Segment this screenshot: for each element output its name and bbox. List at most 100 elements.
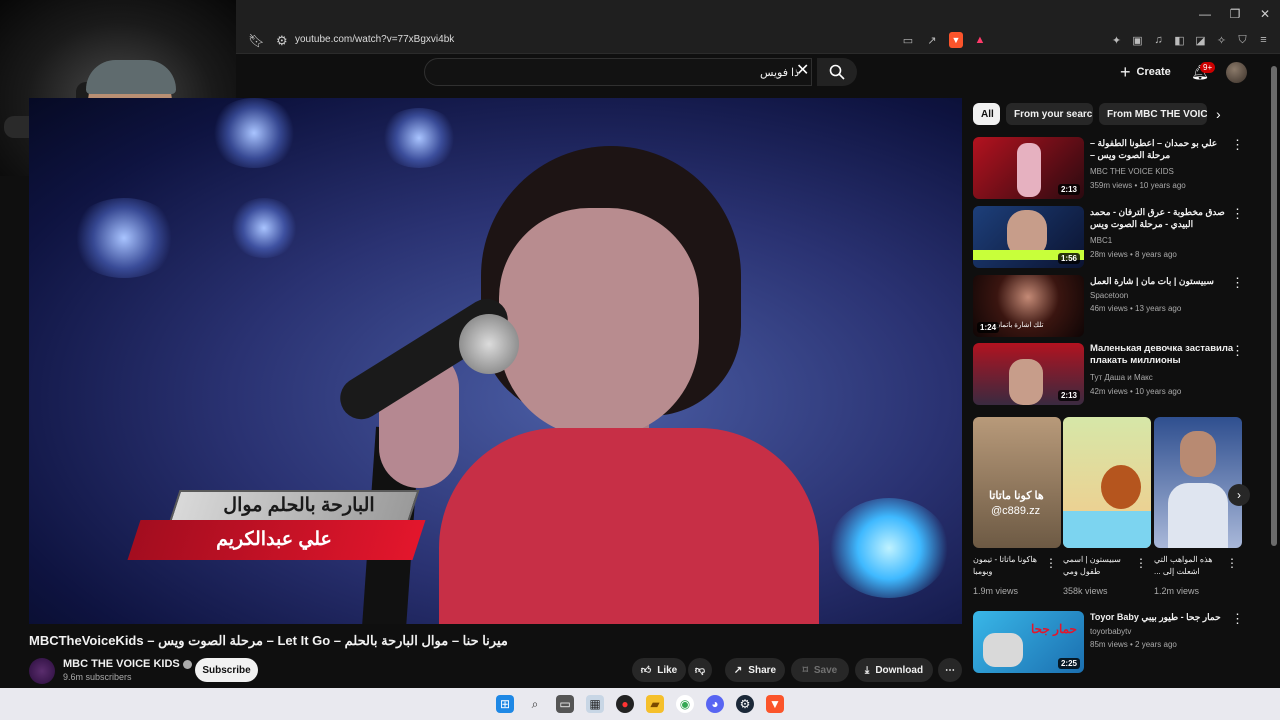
short-views: 1.2m views [1154, 586, 1200, 596]
wallet-icon[interactable]: ◪ [1194, 32, 1207, 48]
search-input[interactable]: ذا فويس [424, 58, 812, 86]
shorts-next-button[interactable]: › [1228, 484, 1250, 506]
chip-from-your-search[interactable]: From your search [1006, 103, 1093, 125]
site-info-icon[interactable]: ⚙︎ [276, 33, 288, 49]
short-title[interactable]: سبيستون | اسمي طفول ومي [1063, 554, 1133, 578]
steam-icon[interactable]: ⚙ [736, 695, 754, 713]
download-button[interactable]: ⤓ Download [855, 658, 933, 682]
lower-third-banner: البارحة بالحلم موال علي عبدالكريم [127, 490, 426, 566]
brave-shields-icon[interactable]: ▼ [949, 32, 963, 48]
more-vert-icon[interactable]: ⋮ [1231, 275, 1244, 291]
short-thumbnail[interactable] [1063, 417, 1151, 548]
obs-icon[interactable]: ● [616, 695, 634, 713]
create-label: Create [1136, 66, 1171, 78]
discord-icon[interactable]: ◕ [706, 695, 724, 713]
recommendation-title[interactable]: صدق مخطوبة - عرق الترفان - محمد البيدي -… [1090, 206, 1240, 232]
cast-icon[interactable]: ▭ [901, 32, 915, 48]
video-thumbnail[interactable]: حمار جحا 2:25 [973, 611, 1084, 673]
thumbs-up-icon: 👍︎ [640, 665, 652, 676]
more-vert-icon[interactable]: ⋮ [1231, 611, 1244, 627]
screenshot-icon[interactable]: ▣ [1131, 32, 1144, 48]
recommendation-item[interactable]: حمار جحا 2:25 حمار جحا - طيور بيبي Toyor… [973, 611, 1268, 673]
short-thumbnail[interactable]: ها كونا ماتاتا @c889.zz [973, 417, 1061, 548]
short-title[interactable]: هذه المواهب التي اشعلت إلى ... [1154, 554, 1224, 578]
channel-avatar[interactable] [29, 658, 55, 684]
maximize-button[interactable]: ❐ [1220, 0, 1250, 28]
recommendation-channel[interactable]: Spacetoon [1090, 291, 1128, 300]
cyan-stage-light [829, 498, 949, 598]
file-explorer-icon[interactable]: ▰ [646, 695, 664, 713]
page-scrollbar[interactable] [1270, 56, 1278, 686]
video-duration: 2:25 [1057, 658, 1080, 669]
dislike-button[interactable]: 👎︎ [688, 658, 712, 682]
video-duration: 1:24 [977, 322, 1000, 333]
create-button[interactable]: + Create [1120, 62, 1171, 82]
like-button[interactable]: 👍︎ Like [632, 658, 686, 682]
recommendation-item[interactable]: 2:13 Маленькая девочка заставила плакать… [973, 343, 1268, 405]
streamer-cap [86, 60, 176, 94]
bookmark-save-icon: ⌑ [802, 664, 808, 676]
video-thumbnail[interactable]: 1:56 [973, 206, 1084, 268]
chip-all[interactable]: All [973, 103, 1000, 125]
recommendation-item[interactable]: تلك اشارة باتمان 1:24 سبيستون | بات مان … [973, 275, 1268, 337]
more-vert-icon[interactable]: ⋮ [1045, 556, 1057, 570]
recommendation-channel[interactable]: Тут Даша и Макс [1090, 373, 1153, 382]
video-thumbnail[interactable]: تلك اشارة باتمان 1:24 [973, 275, 1084, 337]
close-button[interactable]: ✕ [1250, 0, 1280, 28]
more-actions-button[interactable]: ⋯ [938, 658, 962, 682]
recommendation-item[interactable]: 2:13 علي بو حمدان – اعطونا الطفولة – مرح… [973, 137, 1268, 199]
subscriber-count: 9.6m subscribers [63, 672, 132, 682]
chevron-right-icon[interactable]: › [1216, 106, 1234, 124]
recommendation-channel[interactable]: toyorbabytv [1090, 627, 1131, 636]
more-vert-icon[interactable]: ⋮ [1231, 206, 1244, 222]
extensions-icon[interactable]: ✦ [1110, 32, 1123, 48]
channel-name-row[interactable]: MBC THE VOICE KIDS [63, 658, 192, 670]
account-avatar[interactable] [1226, 62, 1247, 83]
more-vert-icon[interactable]: ⋮ [1226, 556, 1238, 570]
share-button[interactable]: ↗ Share [725, 658, 785, 682]
search-button[interactable] [817, 58, 857, 86]
video-thumbnail[interactable]: 2:13 [973, 137, 1084, 199]
search-taskbar-icon[interactable]: ⌕ [526, 695, 544, 713]
subscribe-button[interactable]: Subscribe [195, 658, 258, 682]
url-text[interactable]: youtube.com/watch?v=77xBgxvi4bk [295, 34, 454, 45]
clear-search-icon[interactable]: ✕ [796, 62, 812, 80]
sidebar-icon[interactable]: ◧ [1173, 32, 1186, 48]
more-vert-icon[interactable]: ⋮ [1135, 556, 1147, 570]
download-icon: ⤓ [864, 664, 870, 676]
recommendation-item[interactable]: 1:56 صدق مخطوبة - عرق الترفان - محمد الب… [973, 206, 1268, 268]
search-query-text: ذا فويس [759, 67, 799, 79]
bookmark-icon[interactable]: 🔖︎ [248, 33, 265, 49]
save-button[interactable]: ⌑ Save [791, 658, 849, 682]
video-duration: 2:13 [1057, 184, 1080, 195]
more-vert-icon[interactable]: ⋮ [1231, 343, 1244, 359]
short-title[interactable]: هاكونا ماتاتا - تيمون وبومبا [973, 554, 1043, 578]
singer-dress [439, 428, 819, 624]
leo-icon[interactable]: ✧ [1215, 32, 1228, 48]
task-view-icon[interactable]: ▭ [556, 695, 574, 713]
recommendation-title[interactable]: حمار جحا - طيور بيبي Toyor Baby [1090, 611, 1240, 623]
start-icon[interactable]: ⊞ [496, 695, 514, 713]
video-player[interactable]: البارحة بالحلم موال علي عبدالكريم [29, 98, 962, 624]
menu-icon[interactable]: ≡ [1257, 32, 1270, 48]
brave-rewards-icon[interactable]: ▲ [973, 32, 987, 48]
widgets-icon[interactable]: ▦ [586, 695, 604, 713]
music-icon[interactable]: ♫ [1152, 32, 1165, 48]
chrome-icon[interactable]: ◉ [676, 695, 694, 713]
chip-from-channel[interactable]: From MBC THE VOICE KIDS [1099, 103, 1207, 125]
banner-artist-name: علي عبدالكريم [216, 529, 332, 550]
brave-icon[interactable]: ▼ [766, 695, 784, 713]
more-vert-icon[interactable]: ⋮ [1231, 137, 1244, 153]
video-thumbnail[interactable]: 2:13 [973, 343, 1084, 405]
recommendation-channel[interactable]: MBC THE VOICE KIDS [1090, 167, 1174, 176]
short-thumbnail[interactable] [1154, 417, 1242, 548]
recommendation-title[interactable]: علي بو حمدان – اعطونا الطفولة – مرحلة ال… [1090, 137, 1240, 163]
channel-name[interactable]: MBC THE VOICE KIDS [63, 658, 180, 670]
share-page-icon[interactable]: ↗ [925, 32, 939, 48]
recommendation-channel[interactable]: MBC1 [1090, 236, 1112, 245]
short-watermark: @c889.zz [991, 505, 1041, 517]
minimize-button[interactable]: — [1190, 0, 1220, 28]
recommendation-title[interactable]: سبيستون | بات مان | شارة العمل [1090, 275, 1240, 287]
recommendation-title[interactable]: Маленькая девочка заставила плакать милл… [1090, 343, 1240, 367]
vpn-icon[interactable]: ⛉ [1236, 32, 1249, 48]
